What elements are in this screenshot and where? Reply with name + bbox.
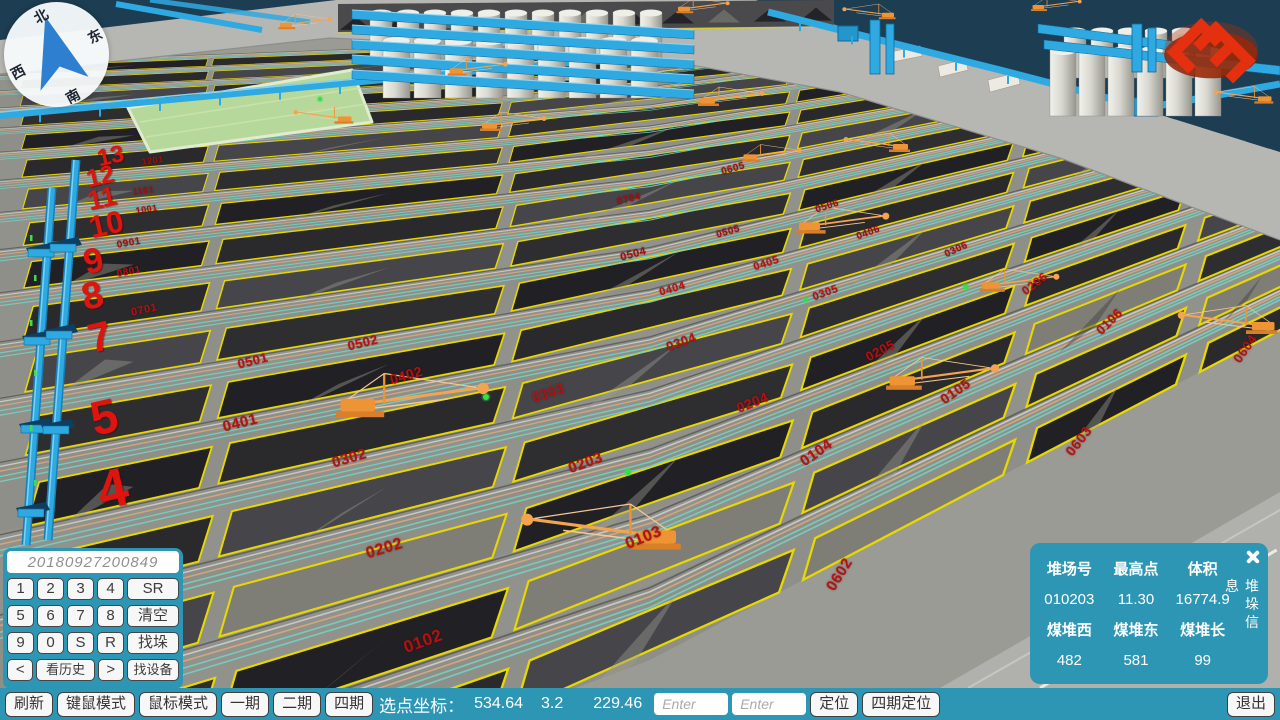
- toolbar-left-buttons: 刷新键鼠模式鼠标模式一期二期四期: [5, 692, 373, 717]
- info-val: 482: [1036, 652, 1103, 669]
- info-val: 11.30: [1103, 591, 1170, 608]
- keypad-button-0[interactable]: 0: [37, 632, 64, 654]
- keypad-button-5[interactable]: 5: [7, 605, 34, 627]
- toolbar-button-鼠标模式[interactable]: 鼠标模式: [139, 692, 217, 717]
- toolbar-button-四期[interactable]: 四期: [325, 692, 373, 717]
- toolbar-button-一期[interactable]: 一期: [221, 692, 269, 717]
- coord-input-2[interactable]: [732, 693, 806, 715]
- compass-arrow-icon: [4, 2, 109, 107]
- close-icon[interactable]: [1243, 548, 1261, 566]
- keypad-buttons: 1234SR5678清空90SR找垛<看历史>找设备: [7, 578, 179, 681]
- info-hdr: 煤堆西: [1036, 619, 1103, 640]
- coord-x-value: 534.64: [474, 695, 523, 713]
- bottom-toolbar: 刷新键鼠模式鼠标模式一期二期四期 选点坐标： 534.64 3.2 229.46…: [0, 688, 1280, 720]
- info-hdr: 体积: [1169, 558, 1236, 579]
- toolbar-button-定位[interactable]: 定位: [810, 692, 858, 717]
- compass: 北 东 南 西: [4, 2, 109, 107]
- info-val: 010203: [1036, 591, 1103, 608]
- keypad-button-6[interactable]: 6: [37, 605, 64, 627]
- company-logo-icon: [1162, 10, 1260, 90]
- keypad-button-3[interactable]: 3: [67, 578, 94, 600]
- toolbar-button-二期[interactable]: 二期: [273, 692, 321, 717]
- keypad-panel: 1234SR5678清空90SR找垛<看历史>找设备: [3, 548, 183, 689]
- keypad-button-9[interactable]: 9: [7, 632, 34, 654]
- app-window: { "compass": {"north":"北","east":"东","so…: [0, 0, 1280, 720]
- coord-z-value: 229.46: [593, 695, 642, 713]
- toolbar-button-四期定位[interactable]: 四期定位: [862, 692, 940, 717]
- coord-label: 选点坐标：: [379, 692, 464, 717]
- toolbar-right-buttons: 定位四期定位: [810, 692, 940, 717]
- toolbar-button-刷新[interactable]: 刷新: [5, 692, 53, 717]
- keypad-button-清空[interactable]: 清空: [127, 605, 179, 627]
- pile-info-side-label: 堆垛信息: [1222, 578, 1262, 649]
- keypad-button-看历史[interactable]: 看历史: [36, 659, 94, 681]
- pile-info-grid: 堆场号最高点体积01020311.3016774.9煤堆西煤堆东煤堆长48258…: [1036, 553, 1236, 676]
- company-logo: [1162, 10, 1260, 90]
- keypad-button-S[interactable]: S: [67, 632, 94, 654]
- exit-button[interactable]: 退出: [1227, 692, 1275, 717]
- info-val: 99: [1169, 652, 1236, 669]
- keypad-button-找垛[interactable]: 找垛: [127, 632, 179, 654]
- keypad-button-8[interactable]: 8: [97, 605, 124, 627]
- info-hdr: 最高点: [1103, 558, 1170, 579]
- keypad-button-1[interactable]: 1: [7, 578, 34, 600]
- pile-info-panel: 堆场号最高点体积01020311.3016774.9煤堆西煤堆东煤堆长48258…: [1030, 543, 1268, 684]
- toolbar-button-键鼠模式[interactable]: 键鼠模式: [57, 692, 135, 717]
- keypad-button-<[interactable]: <: [7, 659, 33, 681]
- info-hdr: 煤堆东: [1103, 619, 1170, 640]
- keypad-button-4[interactable]: 4: [97, 578, 124, 600]
- keypad-button-7[interactable]: 7: [67, 605, 94, 627]
- keypad-display-input[interactable]: [7, 551, 179, 573]
- info-val: 581: [1103, 652, 1170, 669]
- keypad-button-R[interactable]: R: [97, 632, 124, 654]
- info-hdr: 堆场号: [1036, 558, 1103, 579]
- coord-input-1[interactable]: [654, 693, 728, 715]
- keypad-button-2[interactable]: 2: [37, 578, 64, 600]
- keypad-button-SR[interactable]: SR: [127, 578, 179, 600]
- keypad-button->[interactable]: >: [98, 659, 124, 681]
- keypad-button-找设备[interactable]: 找设备: [127, 659, 179, 681]
- coord-y-value: 3.2: [541, 695, 563, 713]
